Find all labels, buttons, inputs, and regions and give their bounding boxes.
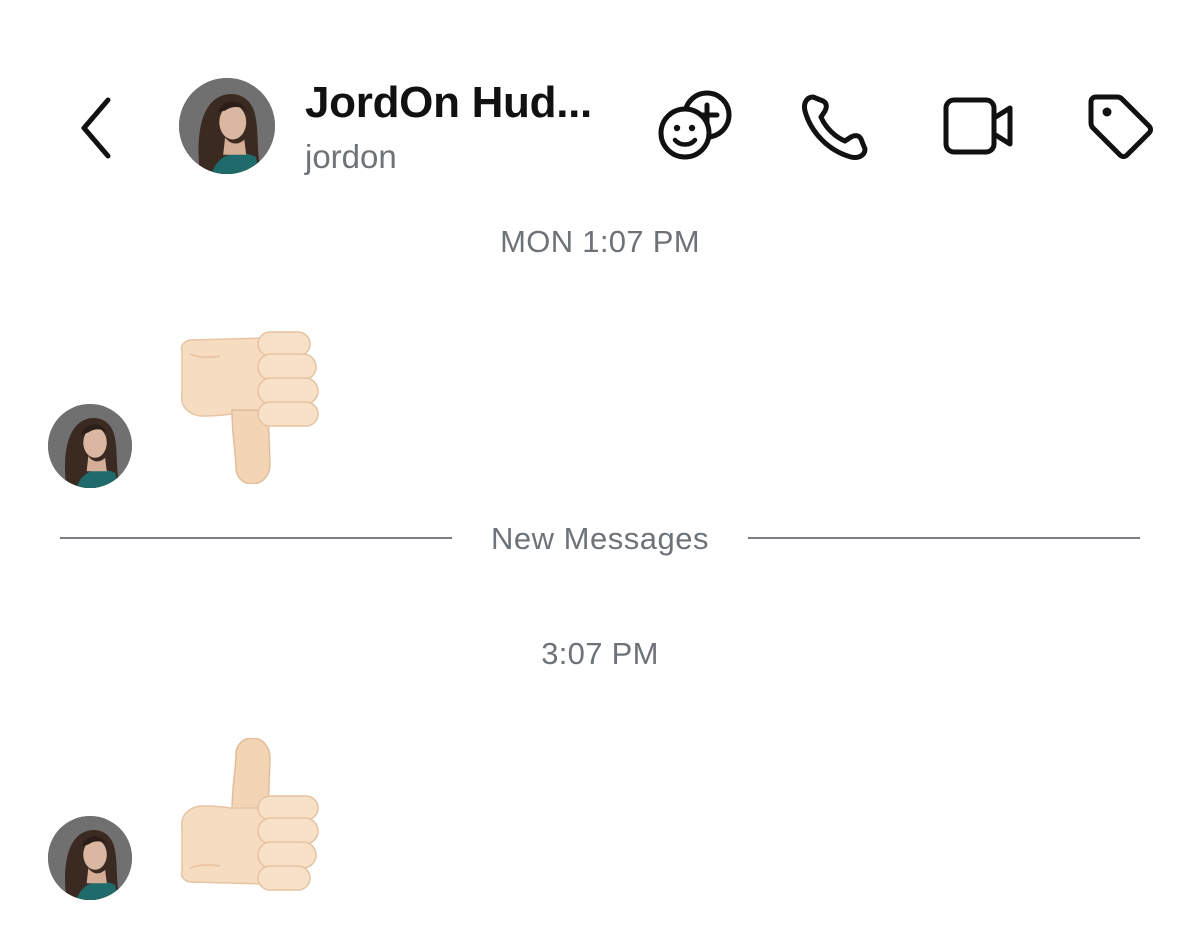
video-camera-icon [943,97,1013,155]
message-row [0,732,1200,902]
avatar-photo [48,404,132,488]
new-messages-divider: New Messages [60,518,1140,558]
avatar-photo [48,816,132,900]
back-button[interactable] [66,88,126,168]
contact-username[interactable]: jordon [305,138,397,176]
call-button[interactable] [796,88,876,164]
thumbs-up-message[interactable] [170,738,330,898]
thumbs-down-message[interactable] [170,324,330,484]
tag-icon [1088,94,1153,159]
contact-name[interactable]: JordOn Hud... [305,78,592,128]
add-friend-button[interactable] [656,88,736,164]
phone-icon [802,94,868,160]
new-messages-label: New Messages [491,521,709,556]
contact-avatar[interactable] [179,78,275,174]
message-row [0,320,1200,490]
thumbs-up-icon [180,738,319,891]
avatar-photo [179,78,275,174]
add-friend-icon [658,90,732,160]
message-timestamp: MON 1:07 PM [500,224,700,259]
chevron-left-icon [81,97,111,159]
chat-header: JordOn Hud... jordon [0,0,1200,200]
message-timestamp: 3:07 PM [541,636,659,671]
video-call-button[interactable] [938,88,1018,164]
sender-avatar[interactable] [48,816,132,900]
thumbs-down-icon [180,331,319,484]
sender-avatar[interactable] [48,404,132,488]
tag-button[interactable] [1080,88,1160,164]
